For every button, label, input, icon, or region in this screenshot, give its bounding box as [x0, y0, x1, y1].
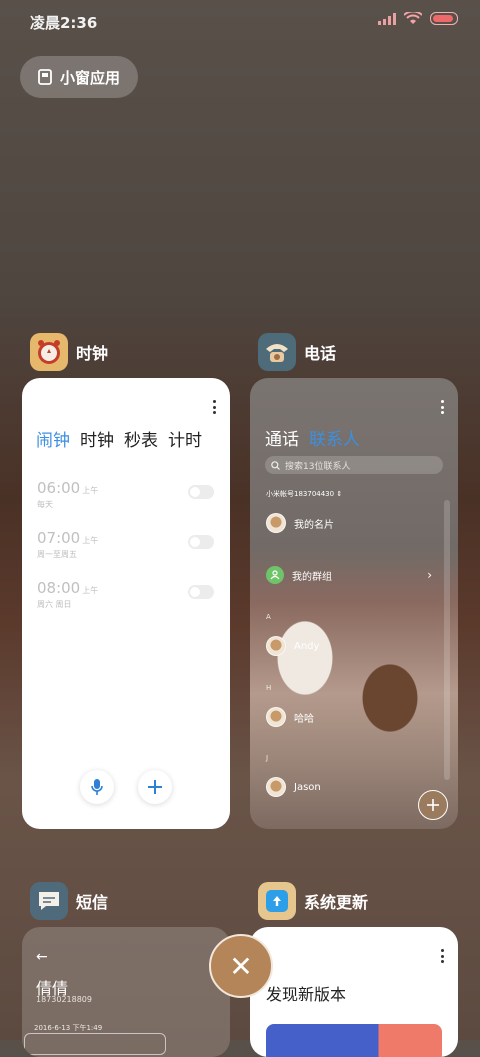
- alarm-time: 06:00: [37, 479, 81, 497]
- update-app-header[interactable]: 系统更新: [258, 882, 368, 920]
- tab-clock[interactable]: 时钟: [80, 426, 114, 451]
- alphabet-index-bar[interactable]: [444, 500, 450, 780]
- account-label: 小米帐号183704430: [266, 490, 335, 498]
- clock-app-icon: [30, 333, 68, 371]
- phone-card[interactable]: 通话 联系人 搜索13位联系人 小米帐号183704430 ⇕ 我的名片 我的群…: [250, 378, 458, 829]
- contact-row[interactable]: Jason: [266, 777, 321, 797]
- clock-more-icon[interactable]: [212, 400, 216, 414]
- sms-app-name: 短信: [76, 893, 109, 912]
- avatar: [266, 636, 286, 656]
- phone-app-icon: [258, 333, 296, 371]
- contact-search-input[interactable]: 搜索13位联系人: [265, 456, 443, 474]
- sms-card[interactable]: ← 倩倩 18730218809 2016-6-13 下午1:49: [22, 927, 230, 1057]
- my-groups-label: 我的群组: [292, 571, 332, 583]
- phone-tabs: 通话 联系人: [265, 425, 360, 450]
- floating-window-button[interactable]: 小窗应用: [20, 56, 138, 98]
- alarm-ampm: 上午: [82, 486, 99, 495]
- battery-icon: [430, 12, 458, 25]
- clear-all-button[interactable]: ✕: [209, 934, 273, 998]
- avatar: [266, 513, 286, 533]
- alarm-item[interactable]: 07:00 上午 周一至周五: [37, 528, 217, 568]
- alarm-repeat: 每天: [37, 500, 53, 509]
- avatar: [266, 777, 286, 797]
- message-bubble: [24, 1033, 166, 1055]
- alarm-toggle[interactable]: [188, 485, 214, 499]
- contact-name: 哈哈: [294, 713, 314, 725]
- chevron-updown-icon: ⇕: [336, 490, 343, 498]
- phone-app-name: 电话: [304, 344, 337, 363]
- plus-icon: [148, 780, 162, 794]
- plus-icon: [427, 799, 439, 811]
- alarm-item[interactable]: 08:00 上午 周六 周日: [37, 578, 217, 618]
- update-headline: 发现新版本: [266, 985, 347, 1004]
- message-date: 2016-6-13 下午1:49: [34, 1024, 103, 1032]
- update-app-icon: [258, 882, 296, 920]
- avatar: [266, 707, 286, 727]
- my-card-label: 我的名片: [294, 519, 334, 531]
- clock-tabs: 闹钟 时钟 秒表 计时: [36, 426, 202, 451]
- contact-row[interactable]: Andy: [266, 636, 319, 656]
- wifi-icon: [404, 12, 422, 24]
- status-icons: [378, 12, 458, 25]
- alarm-repeat: 周六 周日: [37, 600, 72, 609]
- search-icon: [271, 460, 280, 470]
- close-icon: ✕: [229, 949, 253, 983]
- status-time: 凌晨2:36: [30, 14, 98, 32]
- alarm-toggle[interactable]: [188, 585, 214, 599]
- conversation-number: 18730218809: [36, 995, 92, 1004]
- sms-app-header[interactable]: 短信: [30, 882, 108, 920]
- my-groups-row[interactable]: 我的群组 ›: [266, 566, 432, 584]
- group-icon: [266, 566, 284, 584]
- tab-alarm[interactable]: 闹钟: [36, 426, 70, 451]
- clock-app-name: 时钟: [76, 344, 109, 363]
- microphone-icon: [91, 779, 103, 795]
- contact-row[interactable]: 哈哈: [266, 707, 314, 727]
- section-letter: J: [266, 754, 269, 762]
- contact-name: Andy: [294, 640, 320, 652]
- clock-card[interactable]: 闹钟 时钟 秒表 计时 06:00 上午 每天 07:00 上午 周一至周五 08:…: [22, 378, 230, 829]
- account-selector[interactable]: 小米帐号183704430 ⇕: [266, 489, 342, 499]
- clock-app-header[interactable]: 时钟: [30, 333, 108, 371]
- tab-calls[interactable]: 通话: [265, 425, 299, 450]
- phone-more-icon[interactable]: [440, 400, 444, 414]
- alarm-toggle[interactable]: [188, 535, 214, 549]
- add-alarm-button[interactable]: [138, 770, 172, 804]
- update-more-icon[interactable]: [440, 949, 444, 963]
- contact-name: Jason: [294, 781, 321, 793]
- alarm-repeat: 周一至周五: [37, 550, 77, 559]
- window-icon: [38, 69, 52, 85]
- sms-app-icon: [30, 882, 68, 920]
- alarm-time: 07:00: [37, 529, 81, 547]
- update-card[interactable]: 发现新版本: [250, 927, 458, 1057]
- phone-app-header[interactable]: 电话: [258, 333, 336, 371]
- back-arrow-icon[interactable]: ←: [36, 949, 48, 965]
- section-letter: H: [266, 684, 272, 692]
- update-app-name: 系统更新: [304, 893, 369, 912]
- chevron-right-icon: ›: [427, 568, 432, 582]
- section-letter: A: [266, 613, 271, 621]
- alarm-ampm: 上午: [82, 586, 99, 595]
- tab-contacts[interactable]: 联系人: [309, 425, 360, 450]
- tab-timer[interactable]: 计时: [168, 426, 202, 451]
- alarm-item[interactable]: 06:00 上午 每天: [37, 478, 217, 518]
- floating-window-label: 小窗应用: [59, 68, 120, 87]
- tab-stopwatch[interactable]: 秒表: [124, 426, 158, 451]
- add-contact-button[interactable]: [418, 790, 448, 820]
- my-card-row[interactable]: 我的名片: [266, 513, 334, 533]
- search-placeholder: 搜索13位联系人: [285, 461, 351, 472]
- update-banner: [266, 1024, 442, 1057]
- arrow-up-icon: [273, 896, 281, 906]
- alarm-time: 08:00: [37, 579, 81, 597]
- signal-icon: [378, 12, 396, 25]
- voice-alarm-button[interactable]: [80, 770, 114, 804]
- alarm-ampm: 上午: [82, 536, 99, 545]
